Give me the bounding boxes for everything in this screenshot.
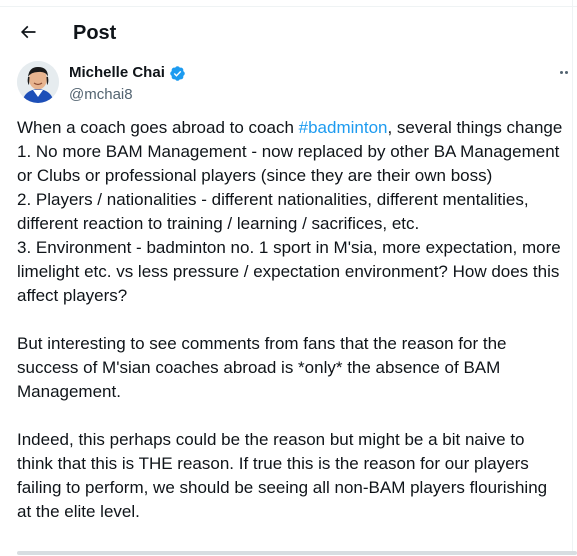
verified-badge-icon: [169, 65, 186, 82]
tweet-line: different reaction to training / learnin…: [17, 214, 420, 233]
tweet-line: Management.: [17, 382, 121, 401]
truncated-text-line: [17, 546, 577, 556]
tweet-line: When a coach goes abroad to coach #badmi…: [17, 118, 563, 137]
tweet-line: affect players?: [17, 286, 128, 305]
arrow-left-icon: [18, 22, 38, 47]
author-info: Michelle Chai @mchai8: [69, 63, 186, 105]
tweet-line: failing to perform, we should be seeing …: [17, 478, 548, 497]
tweet-line: But interesting to see comments from fan…: [17, 334, 507, 353]
author-handle[interactable]: @mchai8: [69, 85, 186, 105]
tweet-line: think that this is THE reason. If true t…: [17, 454, 529, 473]
avatar[interactable]: [17, 61, 59, 103]
tweet-line: or Clubs or professional players (since …: [17, 166, 493, 185]
tweet-line: 1. No more BAM Management - now replaced…: [17, 142, 560, 161]
tweet-line: 3. Environment - badminton no. 1 sport i…: [17, 238, 561, 257]
tweet-line: success of M'sian coaches abroad is *onl…: [17, 358, 501, 377]
tweet-line: Indeed, this perhaps could be the reason…: [17, 430, 525, 449]
author-name[interactable]: Michelle Chai: [69, 63, 165, 83]
tweet-text: When a coach goes abroad to coach #badmi…: [17, 116, 577, 524]
more-horizontal-icon: [560, 70, 563, 74]
tweet-line: limelight etc. vs less pressure / expect…: [17, 262, 560, 281]
more-options-button[interactable]: [560, 64, 577, 80]
post-header: Post: [0, 6, 572, 60]
tweet-line: at the elite level.: [17, 502, 140, 521]
tweet-line: 2. Players / nationalities - different n…: [17, 190, 529, 209]
page-title: Post: [73, 22, 117, 44]
back-button[interactable]: [14, 20, 42, 48]
hashtag-link[interactable]: #badminton: [299, 118, 388, 137]
